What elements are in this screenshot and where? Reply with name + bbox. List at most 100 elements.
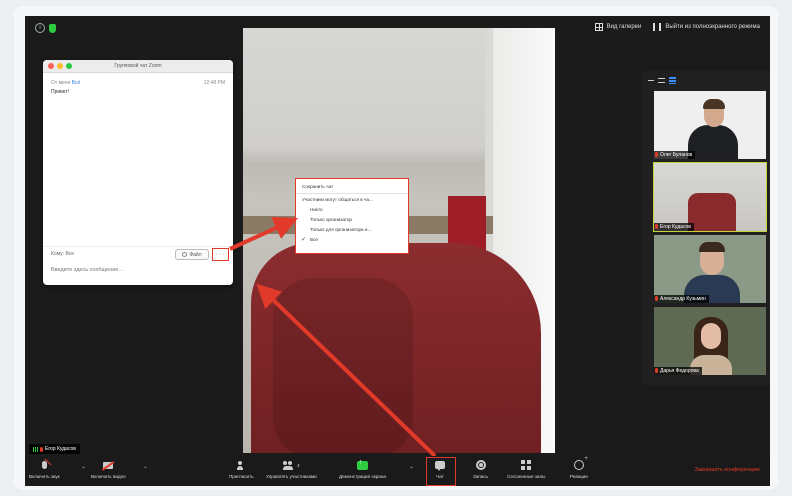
message-input[interactable]: [51, 267, 221, 273]
mic-off-icon: [40, 446, 43, 452]
message-header: От меня Всё 12:48 PM: [51, 80, 225, 86]
menu-item-everyone-label: Все: [310, 237, 318, 242]
top-left-icons: i: [35, 23, 56, 33]
share-options-caret-icon[interactable]: ⌃: [409, 466, 414, 473]
invite-button[interactable]: Пригласить: [229, 459, 254, 479]
chat-options-menu: Сохранить чат Участники могут общаться в…: [295, 178, 409, 254]
mic-off-icon: [655, 296, 658, 301]
chair-shadow: [273, 278, 413, 453]
menu-separator: [296, 193, 408, 194]
grid-icon: [594, 23, 603, 31]
participant-tile[interactable]: Александр Кузьмин: [654, 235, 766, 303]
gallery-view-button[interactable]: Вид галереи: [594, 23, 642, 31]
chat-window-title: Групповой чат Zoom: [114, 63, 162, 69]
reactions-button[interactable]: Реакции: [570, 456, 588, 479]
menu-item-host-and-public[interactable]: Только для организатора и…: [296, 225, 408, 235]
signal-icon: [33, 446, 38, 452]
participant-tile[interactable]: Олег Буланов: [654, 91, 766, 159]
menu-item-save-chat[interactable]: Сохранить чат: [296, 182, 408, 192]
mic-muted-icon: [41, 461, 47, 469]
invite-icon: [236, 460, 246, 470]
breakout-rooms-icon: [521, 460, 532, 470]
video-face: [701, 323, 721, 349]
meeting-toolbar: Включить звук ⌃ Включить видео ⌃ Приглас…: [25, 456, 770, 486]
chat-window: Групповой чат Zoom От меня Всё 12:48 PM …: [43, 60, 233, 285]
gallery-strip-icon[interactable]: [669, 77, 676, 84]
participant-name: Александр Кузьмин: [660, 296, 706, 302]
manage-participants-button[interactable]: 4 Управлять участниками: [266, 459, 317, 479]
audio-options-caret-icon[interactable]: ⌃: [81, 466, 86, 473]
invite-label: Пригласить: [229, 474, 254, 479]
recipient-select[interactable]: Кому: Все: [51, 251, 74, 257]
participant-name: Олег Буланов: [660, 152, 693, 158]
mic-off-icon: [655, 224, 658, 229]
shield-icon[interactable]: [49, 23, 56, 33]
exit-fullscreen-label: Выйти из полноэкранного режима: [665, 24, 760, 30]
gallery-view-label: Вид галереи: [606, 24, 642, 30]
file-icon: [182, 252, 188, 257]
participants-icon: [283, 460, 295, 470]
participant-tile[interactable]: Дарья Федорова: [654, 307, 766, 375]
reactions-label: Реакции: [570, 474, 588, 479]
video-chair: [688, 193, 736, 231]
video-off-icon: [103, 461, 114, 469]
from-label: От меня: [51, 80, 71, 86]
record-button[interactable]: Запись: [473, 459, 488, 479]
zoom-meeting-window: i Вид галереи Выйти из полноэкранного ре…: [25, 16, 770, 486]
strip-view-icon[interactable]: [658, 78, 665, 83]
unmute-label: Включить звук: [29, 474, 60, 479]
menu-item-nobody[interactable]: Никто: [296, 205, 408, 215]
breakout-rooms-button[interactable]: Сессионные залы: [507, 459, 545, 479]
info-icon[interactable]: i: [35, 23, 45, 33]
video-figure: [688, 125, 738, 159]
chat-titlebar: Групповой чат Zoom: [43, 60, 233, 73]
chat-button-highlight: [426, 457, 456, 486]
message-time: 12:48 PM: [203, 80, 225, 86]
menu-item-everyone[interactable]: ✓ Все: [296, 235, 408, 245]
exit-fullscreen-icon: [653, 23, 662, 31]
message-sender: От меня Всё: [51, 80, 80, 86]
exit-fullscreen-button[interactable]: Выйти из полноэкранного режима: [653, 23, 760, 31]
participant-name-tag: Олег Буланов: [654, 151, 696, 159]
video-hair: [703, 99, 725, 109]
menu-header-permissions: Участники могут общаться в ча...: [302, 197, 373, 202]
start-video-label: Включить видео: [91, 474, 126, 479]
participant-name-tag: Александр Кузьмин: [654, 295, 709, 303]
participant-name: Дарья Федорова: [660, 368, 699, 374]
reactions-icon: [573, 456, 588, 470]
panel-view-controls: [648, 77, 676, 84]
share-screen-icon: [356, 459, 368, 470]
chat-footer: Кому: Все Файл ···: [43, 246, 233, 273]
participant-name-tag: Дарья Федорова: [654, 367, 702, 375]
breakout-rooms-label: Сессионные залы: [507, 474, 546, 479]
share-screen-button[interactable]: Демонстрация экрана: [339, 459, 386, 480]
file-label: Файл: [189, 251, 202, 258]
participants-panel: Олег Буланов Егор Кудасов Александр Кузь…: [642, 71, 770, 385]
participant-name-tag: Егор Кудасов: [654, 223, 694, 231]
from-target: Всё: [71, 80, 81, 86]
message-text: Привет!: [51, 89, 70, 95]
mic-off-icon: [655, 152, 658, 157]
mic-off-icon: [655, 368, 658, 373]
end-meeting-button[interactable]: Завершить конференцию: [695, 467, 760, 473]
unmute-button[interactable]: Включить звук: [29, 459, 60, 479]
record-icon: [475, 460, 486, 470]
more-options-button[interactable]: ···: [212, 248, 229, 261]
self-name-tag: Егор Кудасов: [29, 444, 80, 454]
menu-item-host-only[interactable]: Только организатор: [296, 215, 408, 225]
participant-name: Егор Кудасов: [660, 224, 691, 230]
video-hair: [699, 242, 725, 252]
top-right-controls: Вид галереи Выйти из полноэкранного режи…: [594, 23, 760, 31]
chat-messages: От меня Всё 12:48 PM Привет!: [51, 80, 225, 95]
minimize-panel-icon[interactable]: [648, 80, 654, 81]
manage-participants-label: Управлять участниками: [266, 474, 317, 479]
check-icon: ✓: [301, 237, 307, 243]
share-screen-label: Демонстрация экрана: [339, 474, 386, 479]
participant-tile-active[interactable]: Егор Кудасов: [653, 162, 767, 232]
self-name: Егор Кудасов: [45, 446, 76, 452]
video-options-caret-icon[interactable]: ⌃: [143, 466, 148, 473]
start-video-button[interactable]: Включить видео: [91, 459, 126, 479]
participants-count: 4: [297, 462, 300, 468]
file-button[interactable]: Файл: [175, 249, 209, 260]
record-label: Запись: [473, 474, 489, 479]
